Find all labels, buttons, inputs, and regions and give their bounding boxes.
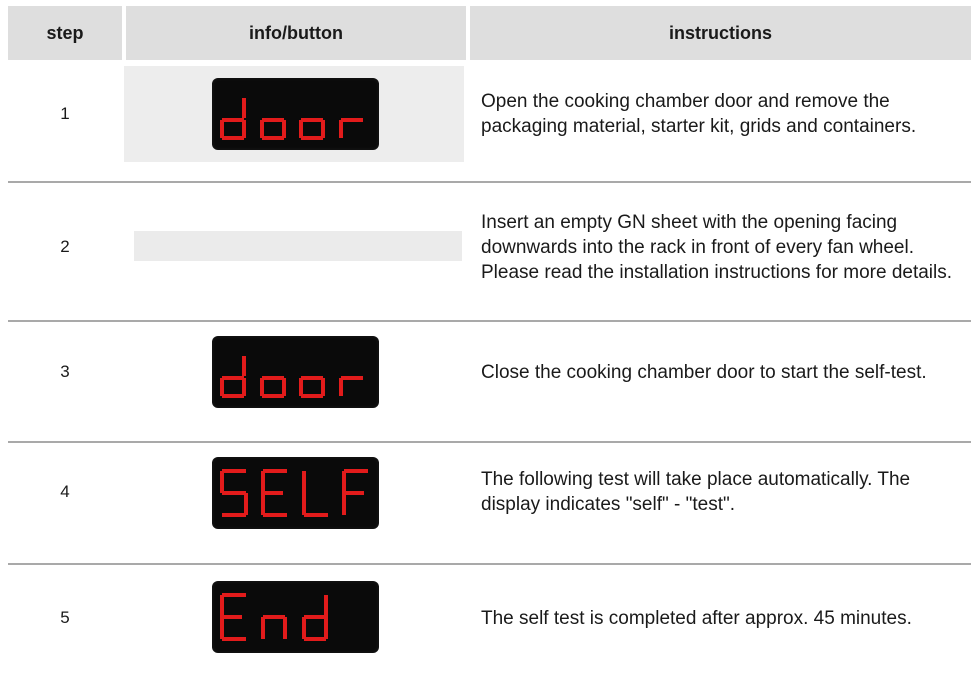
seven-segment-door <box>220 356 363 398</box>
digit-o <box>299 376 325 398</box>
header-instructions: instructions <box>470 6 971 60</box>
header-info-button: info/button <box>126 6 466 60</box>
step-number: 2 <box>60 237 70 256</box>
digit-l <box>302 471 328 517</box>
row-divider <box>8 441 971 443</box>
display-door <box>212 336 379 408</box>
instruction-text: The self test is completed after approx.… <box>481 607 912 629</box>
digit-r <box>339 376 363 396</box>
row-divider <box>8 563 971 565</box>
digit-n <box>261 615 287 639</box>
seven-segment-self <box>220 469 368 517</box>
info-cell <box>124 334 464 410</box>
info-cell <box>124 192 464 302</box>
instruction-text: The following test will take place autom… <box>481 469 911 515</box>
step-number: 3 <box>60 362 70 381</box>
header-step: step <box>8 6 122 60</box>
instruction-text: Close the cooking chamber door to start … <box>481 361 927 383</box>
step-number: 5 <box>60 608 70 627</box>
digit-e <box>220 593 246 641</box>
display-door <box>212 78 379 150</box>
row-divider <box>8 181 971 183</box>
step-number: 4 <box>60 482 70 501</box>
display-self <box>212 457 379 529</box>
display-end <box>212 581 379 653</box>
digit-o <box>260 376 286 398</box>
table-header: step info/button instructions <box>8 6 971 60</box>
info-cell <box>124 66 464 162</box>
empty-info-bar <box>134 231 462 261</box>
digit-d <box>220 356 246 398</box>
info-cell <box>124 452 464 532</box>
info-cell <box>124 578 464 658</box>
digit-s <box>220 469 248 517</box>
digit-d <box>302 595 328 641</box>
digit-o <box>299 118 325 140</box>
step-number: 1 <box>60 104 70 123</box>
instruction-text: Open the cooking chamber door and remove… <box>481 91 917 137</box>
instruction-text: Insert an empty GN sheet with the openin… <box>481 211 953 283</box>
row-divider <box>8 320 971 322</box>
digit-f <box>342 469 368 515</box>
digit-o <box>260 118 286 140</box>
digit-e <box>261 469 287 517</box>
digit-d <box>220 98 246 140</box>
seven-segment-door <box>220 98 363 140</box>
seven-segment-end <box>220 593 328 641</box>
digit-r <box>339 118 363 138</box>
